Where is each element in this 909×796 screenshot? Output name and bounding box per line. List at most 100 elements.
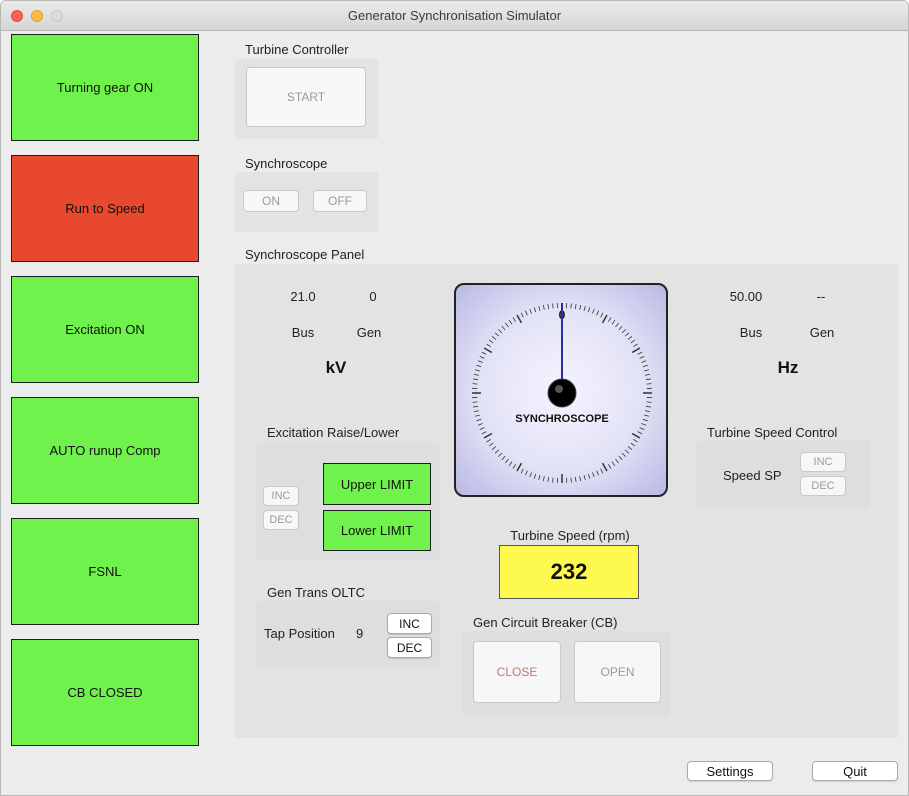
speed-inc-button[interactable]: INC bbox=[800, 452, 846, 472]
synchroscope-off-button[interactable]: OFF bbox=[313, 190, 367, 212]
synchroscope-tick bbox=[491, 446, 497, 450]
synchroscope-tick bbox=[512, 464, 517, 469]
synchroscope-tick bbox=[630, 339, 636, 344]
synchroscope-tick bbox=[479, 427, 485, 430]
synchroscope-tick bbox=[645, 405, 651, 408]
app-window: Generator Synchronisation Simulator Turn… bbox=[0, 0, 909, 796]
synchroscope-tick bbox=[479, 356, 485, 359]
synchroscope-tick bbox=[476, 364, 482, 368]
synchroscope-tick bbox=[570, 303, 572, 309]
synchroscope-tick bbox=[611, 461, 616, 467]
upper-limit-indicator: Upper LIMIT bbox=[323, 463, 431, 505]
synchroscope-tick bbox=[646, 383, 652, 385]
synchroscope-tick bbox=[624, 449, 630, 454]
synchroscope-tick bbox=[633, 343, 638, 348]
kv-gen-value: 0 bbox=[369, 289, 377, 304]
synchroscope-control-group: ON OFF bbox=[235, 172, 378, 232]
synchroscope-tick bbox=[583, 475, 586, 481]
synchroscope-tick bbox=[516, 314, 523, 324]
synchroscope-tick bbox=[645, 373, 651, 376]
synchroscope-control-label: Synchroscope bbox=[245, 156, 328, 171]
synchroscope-hub bbox=[547, 378, 577, 408]
synchroscope-tick bbox=[494, 332, 500, 337]
synchroscope-tick bbox=[637, 351, 643, 355]
synchroscope-tick bbox=[547, 476, 550, 482]
synchroscope-tick bbox=[473, 405, 479, 408]
synchroscope-tick bbox=[631, 347, 641, 354]
excitation-inc-button[interactable]: INC bbox=[263, 486, 299, 506]
tap-position-label: Tap Position bbox=[264, 626, 335, 641]
oltc-label: Gen Trans OLTC bbox=[267, 585, 366, 600]
status-label: Excitation ON bbox=[65, 322, 145, 337]
synchroscope-dial: 0 SYNCHROSCOPE bbox=[454, 283, 668, 497]
breaker-open-button[interactable]: OPEN bbox=[574, 641, 661, 703]
synchroscope-tick bbox=[477, 360, 483, 363]
synchroscope-tick bbox=[472, 383, 478, 385]
synchroscope-tick bbox=[488, 442, 494, 447]
oltc-inc-button[interactable]: INC bbox=[387, 613, 432, 634]
breaker-close-button[interactable]: CLOSE bbox=[473, 641, 561, 703]
status-auto-runup: AUTO runup Comp bbox=[11, 397, 199, 504]
start-button[interactable]: START bbox=[246, 67, 366, 127]
status-fsnl: FSNL bbox=[11, 518, 199, 625]
synchroscope-tick bbox=[505, 458, 509, 464]
synchroscope-tick bbox=[587, 473, 591, 479]
synchroscope-tick bbox=[592, 308, 595, 314]
status-run-to-speed: Run to Speed bbox=[11, 155, 199, 262]
synchroscope-tick bbox=[474, 369, 480, 372]
synchroscope-tick bbox=[473, 378, 479, 381]
synchroscope-tick bbox=[646, 401, 652, 403]
synchroscope-tick bbox=[486, 343, 491, 348]
hz-gen-label: Gen bbox=[809, 325, 835, 340]
settings-button[interactable]: Settings bbox=[687, 761, 773, 781]
synchroscope-tick bbox=[483, 347, 493, 354]
synchroscope-tick bbox=[481, 351, 487, 355]
breaker-group: CLOSE OPEN bbox=[462, 631, 670, 716]
synchroscope-tick bbox=[520, 312, 524, 318]
synchroscope-tick bbox=[624, 332, 630, 337]
synchroscope-tick bbox=[505, 322, 509, 328]
kv-gen-label: Gen bbox=[356, 325, 382, 340]
synchroscope-tick bbox=[491, 336, 497, 340]
synchroscope-tick bbox=[473, 410, 479, 413]
synchroscope-panel-label: Synchroscope Panel bbox=[245, 247, 365, 262]
turbine-controller-group: START bbox=[235, 59, 378, 139]
synchroscope-hub-highlight bbox=[555, 385, 563, 393]
window-title: Generator Synchronisation Simulator bbox=[347, 8, 562, 23]
synchroscope-tick bbox=[547, 304, 550, 310]
synchroscope-tick bbox=[639, 356, 645, 359]
synchroscope-title: SYNCHROSCOPE bbox=[515, 413, 609, 425]
hz-bus-label: Bus bbox=[739, 325, 763, 340]
synchroscope-tick bbox=[494, 449, 500, 454]
synchroscope-tick bbox=[583, 305, 586, 311]
synchroscope-on-button[interactable]: ON bbox=[243, 190, 299, 212]
tap-position-value: 9 bbox=[356, 626, 364, 641]
synchroscope-tick bbox=[488, 339, 494, 344]
turbine-controller-label: Turbine Controller bbox=[245, 42, 349, 57]
excitation-label: Excitation Raise/Lower bbox=[267, 425, 400, 440]
turbine-speed-display: 232 bbox=[499, 545, 639, 599]
synchroscope-tick bbox=[574, 476, 577, 482]
quit-button[interactable]: Quit bbox=[812, 761, 898, 781]
speed-dec-button[interactable]: DEC bbox=[800, 476, 846, 496]
synchroscope-tick bbox=[645, 378, 651, 381]
hz-gen-value: -- bbox=[816, 289, 826, 304]
excitation-dec-button[interactable]: DEC bbox=[263, 510, 299, 530]
speed-control-label: Turbine Speed Control bbox=[707, 425, 838, 440]
synchroscope-tick bbox=[501, 455, 506, 461]
synchroscope-tick bbox=[508, 319, 513, 325]
synchroscope-tick bbox=[600, 312, 604, 318]
synchroscope-tick bbox=[486, 438, 491, 443]
synchroscope-tick bbox=[542, 476, 545, 482]
synchroscope-tick bbox=[472, 401, 478, 403]
synchroscope-tick bbox=[525, 470, 528, 476]
synchroscope-tick bbox=[529, 472, 532, 478]
kv-bus-label: Bus bbox=[291, 325, 315, 340]
synchroscope-tick bbox=[596, 470, 599, 476]
oltc-dec-button[interactable]: DEC bbox=[387, 637, 432, 658]
hz-unit: Hz bbox=[777, 358, 799, 377]
synchroscope-tick bbox=[538, 305, 541, 311]
status-turning-gear: Turning gear ON bbox=[11, 34, 199, 141]
synchroscope-tick bbox=[621, 329, 626, 334]
synchroscope-tick bbox=[627, 336, 633, 340]
